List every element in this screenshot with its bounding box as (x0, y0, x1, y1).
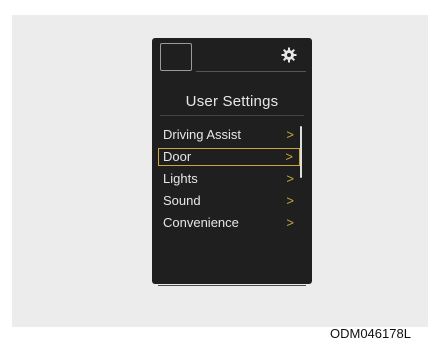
figure-code: ODM046178L (330, 326, 411, 341)
placeholder-box (160, 43, 192, 71)
chevron-right-icon: > (286, 193, 294, 208)
menu-item-sound[interactable]: Sound > (158, 190, 300, 212)
screen-title: User Settings (185, 93, 279, 110)
menu-item-label: Driving Assist (163, 127, 242, 142)
cluster-screen: User Settings Driving Assist > Door > Li… (152, 38, 312, 286)
bottom-divider (158, 285, 306, 286)
settings-menu: Driving Assist > Door > Lights > Sound >… (158, 124, 300, 234)
menu-item-label: Convenience (163, 215, 239, 230)
menu-item-label: Lights (163, 171, 198, 186)
scrollbar[interactable] (300, 126, 302, 178)
chevron-right-icon: > (286, 127, 294, 142)
menu-item-label: Door (163, 149, 192, 164)
menu-item-lights[interactable]: Lights > (158, 168, 300, 190)
chevron-right-icon: > (286, 171, 294, 186)
top-divider (196, 71, 306, 72)
menu-item-convenience[interactable]: Convenience > (158, 212, 300, 234)
gear-icon[interactable] (281, 47, 297, 63)
chevron-right-icon: > (285, 149, 293, 164)
chevron-right-icon: > (286, 215, 294, 230)
menu-item-door[interactable]: Door > (158, 148, 300, 166)
menu-item-driving-assist[interactable]: Driving Assist > (158, 124, 300, 146)
title-divider (160, 115, 304, 116)
menu-item-label: Sound (163, 193, 201, 208)
